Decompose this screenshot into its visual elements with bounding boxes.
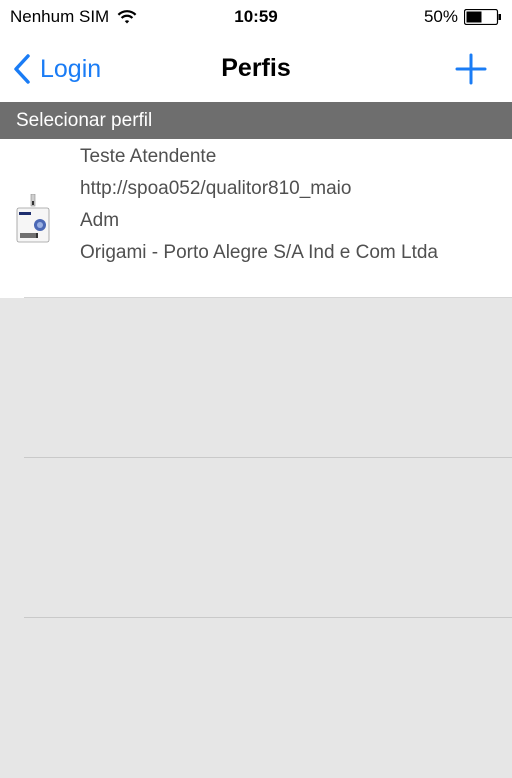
status-bar: Nenhum SIM 10:59 50%: [0, 0, 512, 40]
profile-name: Teste Atendente: [80, 146, 217, 167]
battery-icon: [464, 9, 501, 25]
page-title: Perfis: [221, 54, 291, 82]
plus-icon[interactable]: [454, 52, 488, 86]
status-right: 50%: [424, 7, 502, 27]
navigation-bar: Login Perfis: [0, 40, 512, 102]
battery-percent: 50%: [423, 7, 458, 26]
profile-url: http://spoa052/qualitor810_maio: [80, 178, 352, 199]
empty-row: [0, 618, 512, 778]
profile-details: Teste Atendente http://spoa052/qualitor8…: [80, 145, 438, 273]
empty-row: [0, 298, 512, 458]
profile-company: Origami - Porto Alegre S/A Ind e Com Ltd…: [80, 242, 439, 263]
id-badge-icon: [16, 194, 50, 243]
profile-list: Teste Atendente http://spoa052/qualitor8…: [0, 139, 512, 778]
profile-role: Adm: [80, 210, 120, 231]
profile-row[interactable]: Teste Atendente http://spoa052/qualitor8…: [0, 139, 512, 298]
section-header: Selecionar perfil: [0, 102, 512, 139]
empty-row: [0, 458, 512, 618]
